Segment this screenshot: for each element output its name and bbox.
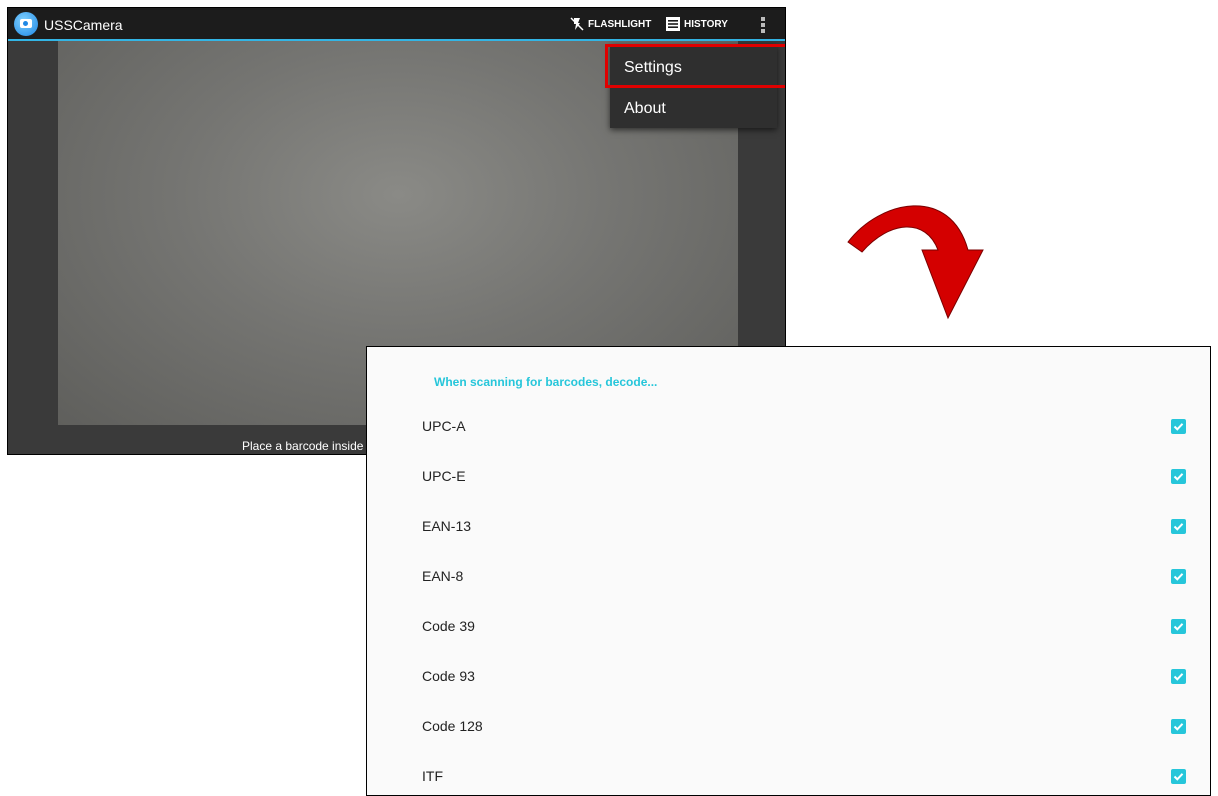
section-header: When scanning for barcodes, decode... xyxy=(434,375,658,389)
pref-label: Code 128 xyxy=(422,718,483,734)
action-bar: USSCamera FLASHLIGHT HISTORY xyxy=(8,8,785,41)
app-camera-icon[interactable] xyxy=(14,12,38,36)
pref-code-128[interactable]: Code 128 xyxy=(367,716,1210,766)
pref-upc-a[interactable]: UPC-A xyxy=(367,416,1210,466)
checkbox-checked-icon[interactable] xyxy=(1171,469,1186,484)
pref-ean-8[interactable]: EAN-8 xyxy=(367,566,1210,616)
pref-upc-e[interactable]: UPC-E xyxy=(367,466,1210,516)
app-title: USSCamera xyxy=(44,17,123,33)
history-label: HISTORY xyxy=(684,18,728,30)
menu-item-about[interactable]: About xyxy=(624,100,666,118)
flashlight-button[interactable]: FLASHLIGHT xyxy=(570,17,651,31)
pref-label: EAN-13 xyxy=(422,518,472,534)
history-icon xyxy=(666,17,680,31)
flashlight-off-icon xyxy=(570,17,584,31)
curved-arrow-icon xyxy=(847,205,984,320)
checkbox-checked-icon[interactable] xyxy=(1171,419,1186,434)
settings-highlight-box xyxy=(605,44,785,88)
checkbox-checked-icon[interactable] xyxy=(1171,619,1186,634)
overflow-menu-icon[interactable] xyxy=(753,14,773,36)
pref-ean-13[interactable]: EAN-13 xyxy=(367,516,1210,566)
pref-label: Code 93 xyxy=(422,668,475,684)
flashlight-label: FLASHLIGHT xyxy=(588,18,652,30)
checkbox-checked-icon[interactable] xyxy=(1171,519,1186,534)
pref-label: UPC-A xyxy=(422,418,466,434)
settings-screenshot: When scanning for barcodes, decode... UP… xyxy=(366,346,1211,796)
pref-label: UPC-E xyxy=(422,468,466,484)
checkbox-checked-icon[interactable] xyxy=(1171,719,1186,734)
checkbox-checked-icon[interactable] xyxy=(1171,769,1186,784)
checkbox-checked-icon[interactable] xyxy=(1171,569,1186,584)
pref-label: Code 39 xyxy=(422,618,475,634)
history-button[interactable]: HISTORY xyxy=(666,17,728,31)
pref-label: ITF xyxy=(422,768,443,784)
pref-label: EAN-8 xyxy=(422,568,464,584)
checkbox-checked-icon[interactable] xyxy=(1171,669,1186,684)
pref-code-93[interactable]: Code 93 xyxy=(367,666,1210,716)
pref-code-39[interactable]: Code 39 xyxy=(367,616,1210,666)
pref-itf[interactable]: ITF xyxy=(367,766,1210,795)
scan-hint: Place a barcode inside xyxy=(242,439,364,453)
